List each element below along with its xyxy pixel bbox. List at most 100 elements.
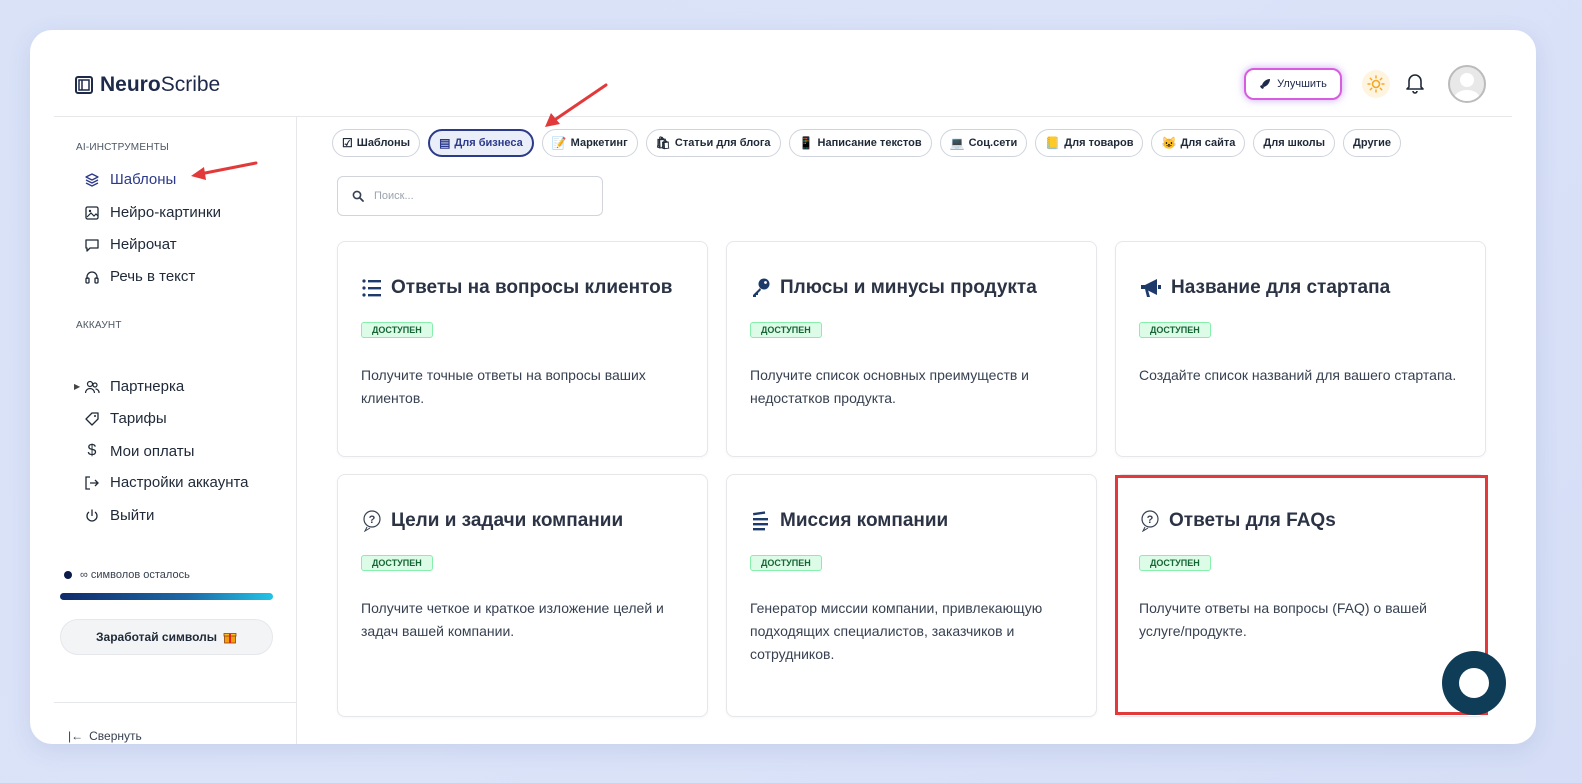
tab-label: Статьи для блога [674, 137, 771, 149]
upgrade-button[interactable]: Улучшить [1244, 68, 1342, 100]
card-title: ? Ответы для FAQs [1139, 510, 1336, 532]
tab-label: Другие [1353, 137, 1392, 149]
sidebar-item-account-settings[interactable]: Настройки аккаунта [84, 474, 249, 491]
logo-bold: Neuro [100, 73, 161, 96]
search-icon [352, 190, 364, 202]
template-card-startup-name[interactable]: Название для стартапа ДОСТУПЕН Создайте … [1115, 241, 1486, 457]
checkbox-icon: ☑ [342, 136, 353, 150]
search-input[interactable] [374, 190, 574, 202]
sun-icon [1367, 75, 1385, 93]
sidebar-item-label: Выйти [110, 507, 155, 524]
bell-icon [1406, 74, 1424, 94]
sidebar-item-templates[interactable]: Шаблоны [84, 171, 176, 188]
tab-marketing[interactable]: 📝 Маркетинг [541, 129, 638, 157]
sidebar-item-tariffs[interactable]: Тарифы [84, 410, 167, 427]
card-description: Создайте список названий для вашего стар… [1139, 367, 1457, 383]
card-description: Получите четкое и краткое изложение целе… [361, 600, 664, 639]
sidebar-item-neurochat[interactable]: Нейрочат [84, 236, 177, 253]
template-card-faq-answers[interactable]: ? Ответы для FAQs ДОСТУПЕН Получите отве… [1115, 474, 1486, 717]
laptop-icon: 💻 [949, 136, 965, 150]
symbols-text: символов осталось [90, 569, 190, 581]
sidebar-item-label: Тарифы [110, 410, 167, 427]
tab-for-products[interactable]: 📒 Для товаров [1035, 129, 1144, 157]
layers-icon [85, 172, 99, 187]
template-card-company-mission[interactable]: Миссия компании ДОСТУПЕН Генератор мисси… [726, 474, 1097, 717]
sidebar-item-partner[interactable]: Партнерка [84, 378, 184, 395]
tab-for-business[interactable]: ▤ Для бизнеса [428, 129, 534, 157]
notifications-button[interactable] [1405, 72, 1425, 99]
sidebar-item-logout[interactable]: Выйти [84, 507, 154, 524]
tab-writing-texts[interactable]: 📱 Написание текстов [788, 129, 932, 157]
category-tabs: ☑ Шаблоны ▤ Для бизнеса 📝 Маркетинг 🛍 Статьи… [332, 129, 1402, 157]
search-box[interactable] [337, 176, 603, 216]
notebook-icon: 📒 [1045, 136, 1061, 150]
template-card-company-goals[interactable]: ? Цели и задачи компании ДОСТУПЕН Получи… [337, 474, 708, 717]
sidebar-item-neuro-images[interactable]: Нейро-картинки [84, 204, 221, 221]
megaphone-icon [1141, 279, 1161, 297]
users-icon [84, 380, 100, 393]
card-title-text: Название для стартапа [1171, 277, 1391, 298]
list-icon [362, 279, 381, 297]
sidebar: AI-ИНСТРУМЕНТЫ Шаблоны Нейро-картинки Не… [54, 117, 297, 744]
tab-other[interactable]: Другие [1343, 129, 1402, 157]
chat-widget-button[interactable] [1442, 651, 1506, 715]
tag-icon [85, 411, 99, 426]
logo-regular: Scribe [160, 73, 221, 96]
app-window: NeuroScribe Улучшить AI-ИНСТРУМЕНТЫ Шабл… [30, 30, 1536, 744]
card-title: Плюсы и минусы продукта [750, 277, 1037, 299]
question-icon: ? [363, 510, 381, 532]
image-icon [85, 205, 99, 220]
tab-for-website[interactable]: 😺 Для сайта [1151, 129, 1246, 157]
sidebar-item-speech-to-text[interactable]: Речь в текст [84, 268, 195, 285]
sidebar-item-label: Шаблоны [110, 171, 177, 188]
gift-icon [223, 633, 237, 644]
upgrade-label: Улучшить [1277, 78, 1327, 90]
collapse-button[interactable]: |← Свернуть [68, 729, 142, 743]
tab-label: Для товаров [1064, 137, 1134, 149]
calendar-icon: ▤ [439, 136, 451, 150]
symbols-progress-bar [60, 593, 273, 600]
tab-blog-articles[interactable]: 🛍 Статьи для блога [645, 129, 781, 157]
card-title-text: Плюсы и минусы продукта [780, 277, 1037, 298]
card-title: Ответы на вопросы клиентов [361, 277, 672, 299]
dollar-icon: $ [87, 442, 97, 459]
phone-icon: 📱 [798, 136, 814, 150]
theme-toggle[interactable] [1362, 70, 1390, 98]
status-badge: ДОСТУПЕН [750, 555, 822, 571]
card-title: Миссия компании [750, 510, 948, 532]
tab-for-school[interactable]: Для школы [1253, 129, 1336, 157]
status-badge: ДОСТУПЕН [750, 322, 822, 338]
earn-symbols-button[interactable]: Заработай символы [60, 619, 273, 655]
card-title: Название для стартапа [1139, 277, 1390, 299]
book-icon [75, 76, 93, 94]
chat-icon [85, 238, 99, 252]
sidebar-item-payments[interactable]: $ Мои оплаты [84, 442, 195, 460]
tab-label: Соц.сети [968, 137, 1018, 149]
svg-text:?: ? [369, 514, 376, 526]
status-badge: ДОСТУПЕН [361, 555, 433, 571]
sidebar-divider [54, 702, 297, 703]
symbols-progress-fill [60, 593, 273, 600]
collapse-label: Свернуть [89, 729, 142, 743]
card-description: Получите ответы на вопросы (FAQ) о вашей… [1139, 600, 1427, 639]
card-title-text: Миссия компании [780, 510, 949, 531]
card-description: Получите точные ответы на вопросы ваших … [361, 367, 646, 406]
memo-icon: 📝 [551, 136, 567, 150]
rocket-icon [1260, 79, 1271, 89]
tab-label: Для бизнеса [454, 137, 523, 149]
tab-templates[interactable]: ☑ Шаблоны [332, 129, 421, 157]
card-description: Генератор миссии компании, привлекающую … [750, 600, 1043, 662]
symbols-value: ∞ [80, 569, 88, 581]
sidebar-item-label: Партнерка [110, 378, 185, 395]
card-title-text: Ответы для FAQs [1169, 510, 1336, 531]
sidebar-item-label: Нейро-картинки [110, 204, 221, 221]
card-description: Получите список основных преимуществ и н… [750, 367, 1030, 406]
avatar[interactable] [1448, 65, 1486, 103]
logo[interactable]: NeuroScribe [74, 73, 220, 97]
tab-social-media[interactable]: 💻 Соц.сети [939, 129, 1028, 157]
template-card-product-pros-cons[interactable]: Плюсы и минусы продукта ДОСТУПЕН Получит… [726, 241, 1097, 457]
caret-right-icon[interactable]: ▶ [74, 382, 80, 391]
earn-symbols-label: Заработай символы [96, 630, 217, 644]
card-title-text: Ответы на вопросы клиентов [391, 277, 673, 298]
template-card-customer-answers[interactable]: Ответы на вопросы клиентов ДОСТУПЕН Полу… [337, 241, 708, 457]
